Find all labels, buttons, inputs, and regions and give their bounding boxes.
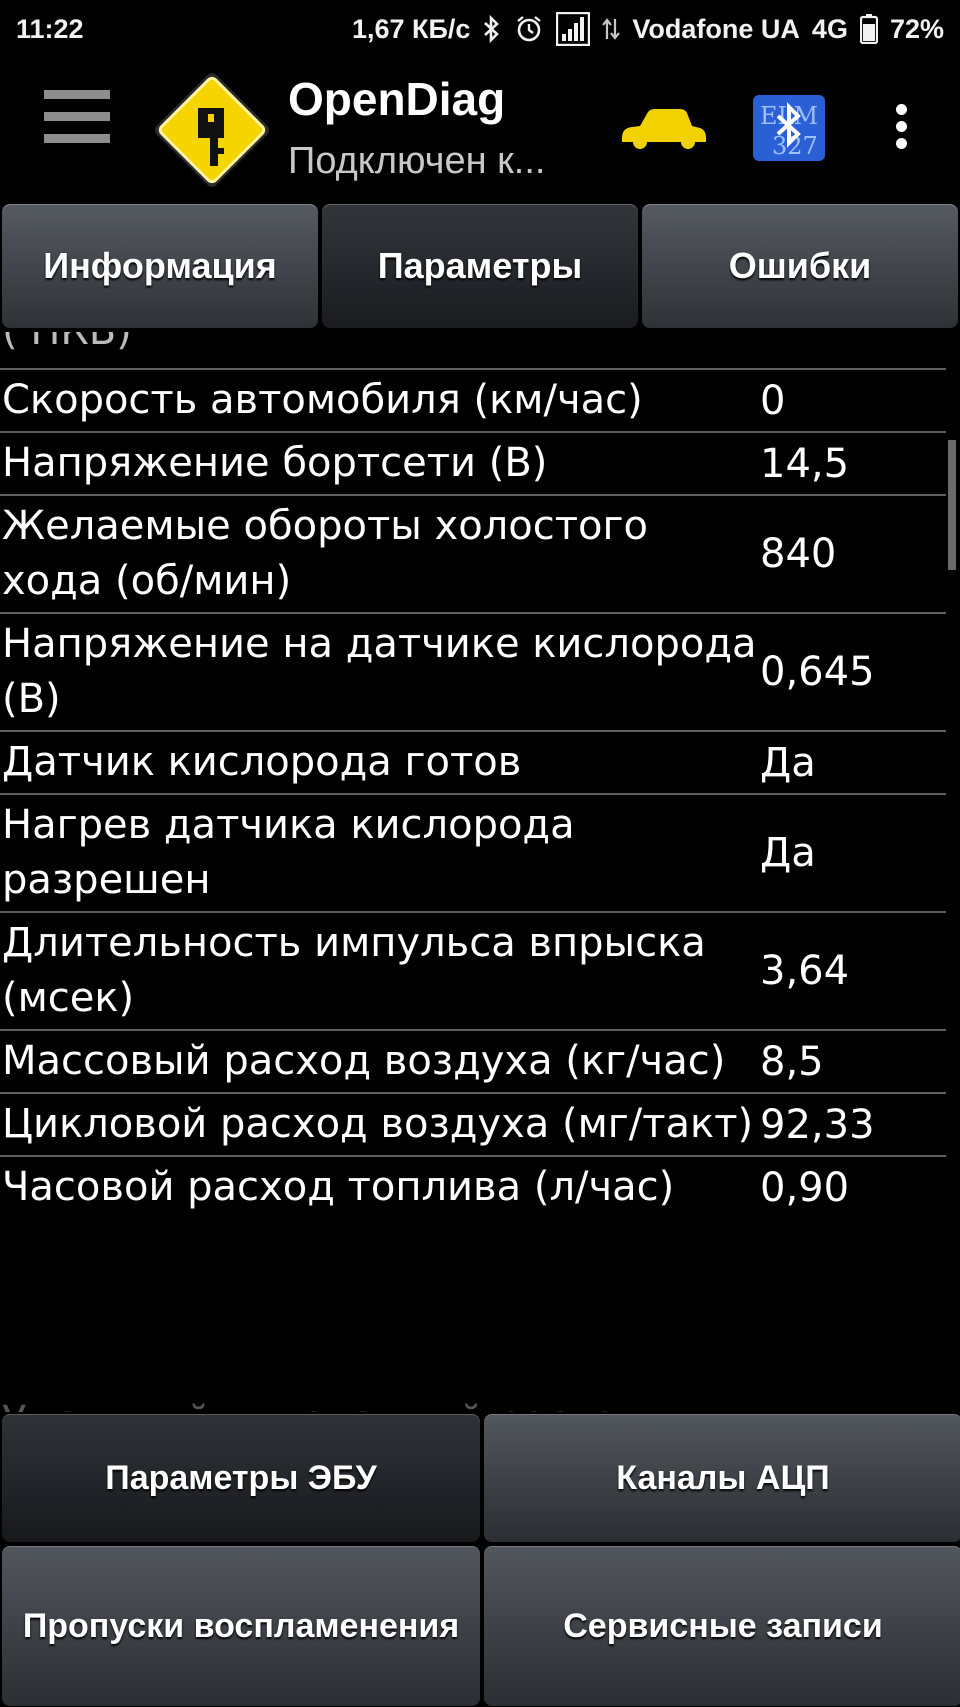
parameter-name: Напряжение на датчике кислорода (В)	[2, 621, 757, 722]
parameter-value: Да	[760, 739, 816, 786]
alarm-icon	[514, 14, 544, 44]
status-network: 4G	[811, 13, 848, 44]
parameter-value: 0	[760, 377, 786, 424]
app-title: OpenDiag	[288, 73, 506, 125]
car-icon[interactable]	[618, 102, 708, 152]
status-time: 11:22	[16, 13, 84, 44]
status-right: 1,67 КБ/с Vodafone UA 4G 72%	[352, 12, 944, 46]
scrollbar[interactable]	[948, 440, 956, 570]
table-row[interactable]: Желаемые обороты холостого хода (об/мин)…	[0, 494, 946, 612]
table-row[interactable]: Скорость автомобиля (км/час) 0	[0, 368, 946, 431]
parameter-value: 92,33	[760, 1101, 875, 1148]
parameter-value: 840	[760, 531, 837, 577]
parameter-value: Да	[760, 830, 816, 876]
signal-icon	[556, 12, 591, 46]
app-bar: OpenDiag Подключен к... ELM 327	[0, 58, 960, 202]
parameter-name: Скорость автомобиля (км/час)	[2, 377, 643, 423]
parameter-name: Массовый расход воздуха (кг/час)	[2, 1038, 726, 1084]
status-speed: 1,67 КБ/с	[351, 13, 471, 44]
table-row[interactable]: Цикловой расход воздуха (мг/такт) 92,33	[0, 1092, 946, 1155]
parameter-value: 14,5	[760, 440, 850, 487]
tab-info[interactable]: Информация	[2, 204, 318, 328]
table-row[interactable]: Напряжение на датчике кислорода (В) 0,645	[0, 612, 946, 730]
parameter-value: 3,64	[760, 948, 850, 994]
connection-status: Подключен к...	[288, 140, 546, 182]
table-row[interactable]: Датчик кислорода готов Да	[0, 730, 946, 793]
parameter-value: 0,645	[760, 649, 875, 695]
status-carrier: Vodafone UA	[632, 13, 800, 44]
misfires-button[interactable]: Пропуски воспламенения	[2, 1546, 480, 1706]
bluetooth-adapter-icon[interactable]: ELM 327	[752, 94, 826, 162]
parameter-name: Цикловой расход воздуха (мг/такт)	[2, 1101, 754, 1147]
menu-icon[interactable]	[44, 90, 110, 158]
data-arrows-icon	[602, 15, 621, 43]
parameter-value: 8,5	[760, 1038, 824, 1085]
table-row[interactable]: Массовый расход воздуха (кг/час) 8,5	[0, 1029, 946, 1092]
parameter-value: 0,90	[760, 1164, 850, 1211]
bluetooth-icon	[482, 15, 502, 43]
parameter-name: Длительность импульса впрыска (мсек)	[2, 920, 706, 1021]
adc-channels-button[interactable]: Каналы АЦП	[484, 1414, 960, 1542]
table-row[interactable]: Длительность импульса впрыска (мсек) 3,64	[0, 911, 946, 1029]
parameter-rows: Скорость автомобиля (км/час) 0 Напряжение …	[0, 368, 946, 1218]
list-item-partial: Удельный мгновенный расход	[2, 1396, 645, 1412]
parameter-name: Желаемые обороты холостого хода (об/мин)	[2, 503, 648, 604]
status-bar: 11:22 1,67 КБ/с Vodafone UA 4G 72%	[0, 0, 960, 58]
overflow-menu-icon[interactable]	[886, 104, 916, 154]
table-row[interactable]: Напряжение бортсети (В) 14,5	[0, 431, 946, 494]
table-row[interactable]: Часовой расход топлива (л/час) 0,90	[0, 1155, 946, 1218]
ecu-parameters-button[interactable]: Параметры ЭБУ	[2, 1414, 480, 1542]
bottom-menu: Параметры ЭБУ Каналы АЦП Пропуски воспла…	[0, 1412, 960, 1707]
status-battery: 72%	[889, 13, 944, 44]
parameter-list[interactable]: ( ПКВ) Скорость автомобиля (км/час) 0 Напр…	[0, 332, 960, 1412]
table-row[interactable]: Нагрев датчика кислорода разрешен Да	[0, 793, 946, 911]
tab-parameters[interactable]: Параметры	[322, 204, 638, 328]
list-item-partial: ( ПКВ)	[0, 332, 132, 356]
service-records-button[interactable]: Сервисные записи	[484, 1546, 960, 1706]
parameter-name: Часовой расход топлива (л/час)	[2, 1164, 675, 1210]
battery-icon	[859, 14, 878, 44]
parameter-name: Напряжение бортсети (В)	[2, 440, 548, 486]
parameter-name: Датчик кислорода готов	[2, 739, 522, 785]
parameter-name: Нагрев датчика кислорода разрешен	[2, 802, 575, 903]
screen: 11:22 1,67 КБ/с Vodafone UA 4G 72% OpenD…	[0, 0, 960, 1707]
app-logo-icon	[148, 66, 276, 194]
tab-errors[interactable]: Ошибки	[642, 204, 958, 328]
tab-bar: Информация Параметры Ошибки	[0, 202, 960, 330]
